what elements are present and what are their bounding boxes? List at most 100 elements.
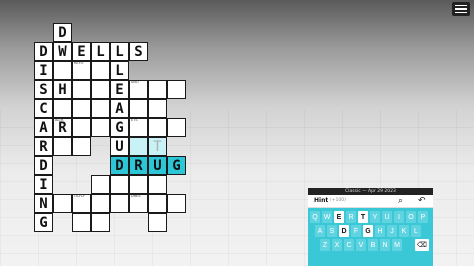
key-i[interactable]: I bbox=[394, 211, 404, 223]
grid-cell[interactable] bbox=[91, 61, 110, 80]
key-s[interactable]: S bbox=[327, 225, 337, 237]
key-z[interactable]: Z bbox=[320, 239, 330, 251]
grid-cell[interactable]: D bbox=[34, 42, 53, 61]
key-v[interactable]: V bbox=[356, 239, 366, 251]
search-icon[interactable]: ⌕ bbox=[398, 196, 403, 206]
grid-cell[interactable] bbox=[72, 213, 91, 232]
grid-cell[interactable] bbox=[91, 175, 110, 194]
undo-icon[interactable]: ↶ bbox=[418, 196, 426, 206]
key-y[interactable]: Y bbox=[370, 211, 380, 223]
grid-cell[interactable]: G bbox=[167, 156, 186, 175]
grid-cell[interactable] bbox=[91, 80, 110, 99]
grid-cell[interactable]: D bbox=[110, 156, 129, 175]
grid-cell[interactable] bbox=[167, 194, 186, 213]
clue-label: DRES bbox=[131, 194, 141, 198]
key-o[interactable]: O bbox=[406, 211, 416, 223]
grid-cell[interactable]: R bbox=[129, 156, 148, 175]
key-f[interactable]: F bbox=[351, 225, 361, 237]
grid-cell[interactable]: SNO bbox=[129, 80, 148, 99]
key-l[interactable]: L bbox=[411, 225, 421, 237]
grid-cell[interactable] bbox=[148, 213, 167, 232]
grid-cell[interactable] bbox=[72, 80, 91, 99]
key-e[interactable]: E bbox=[334, 211, 344, 223]
delete-key[interactable]: ⌫ bbox=[415, 239, 429, 251]
key-d[interactable]: D bbox=[339, 225, 349, 237]
key-x[interactable]: X bbox=[332, 239, 342, 251]
clue-label: ALTR bbox=[55, 118, 64, 122]
grid-cell[interactable]: DRES bbox=[129, 194, 148, 213]
grid-cell[interactable]: I bbox=[34, 175, 53, 194]
grid-cell[interactable] bbox=[148, 175, 167, 194]
key-k[interactable]: K bbox=[399, 225, 409, 237]
grid-cell[interactable]: E bbox=[110, 80, 129, 99]
grid-cell[interactable]: A bbox=[34, 118, 53, 137]
key-t[interactable]: T bbox=[358, 211, 368, 223]
key-w[interactable]: W bbox=[322, 211, 332, 223]
key-g[interactable]: G bbox=[363, 225, 373, 237]
hint-button[interactable]: Hint bbox=[314, 197, 328, 204]
grid-cell[interactable]: N bbox=[34, 194, 53, 213]
grid-cell[interactable] bbox=[53, 61, 72, 80]
grid-cell[interactable] bbox=[129, 137, 148, 156]
grid-cell[interactable] bbox=[91, 213, 110, 232]
grid-cell[interactable]: L bbox=[91, 42, 110, 61]
grid-cell[interactable] bbox=[167, 118, 186, 137]
grid-cell[interactable] bbox=[110, 175, 129, 194]
grid-cell[interactable] bbox=[167, 80, 186, 99]
key-n[interactable]: N bbox=[380, 239, 390, 251]
grid-cell[interactable] bbox=[53, 137, 72, 156]
key-r[interactable]: R bbox=[346, 211, 356, 223]
cell-letter: D bbox=[39, 43, 48, 60]
grid-cell[interactable] bbox=[91, 99, 110, 118]
grid-cell[interactable]: I bbox=[34, 61, 53, 80]
grid-cell[interactable] bbox=[148, 118, 167, 137]
grid-cell[interactable] bbox=[148, 99, 167, 118]
grid-cell[interactable]: W bbox=[53, 42, 72, 61]
grid-cell[interactable]: E bbox=[72, 42, 91, 61]
grid-cell[interactable]: ALTR R bbox=[53, 118, 72, 137]
grid-cell[interactable] bbox=[129, 99, 148, 118]
grid-cell[interactable] bbox=[91, 118, 110, 137]
grid-cell[interactable] bbox=[148, 80, 167, 99]
key-q[interactable]: Q bbox=[310, 211, 320, 223]
grid-cell[interactable]: L bbox=[110, 42, 129, 61]
key-h[interactable]: H bbox=[375, 225, 385, 237]
grid-cell[interactable]: C bbox=[34, 99, 53, 118]
key-m[interactable]: M bbox=[392, 239, 402, 251]
grid-cell[interactable]: D bbox=[53, 23, 72, 42]
grid-cell[interactable]: G bbox=[34, 213, 53, 232]
grid-cell[interactable]: OCFLF bbox=[72, 194, 91, 213]
key-u[interactable]: U bbox=[382, 211, 392, 223]
key-a[interactable]: A bbox=[315, 225, 325, 237]
cell-letter: G bbox=[39, 214, 48, 231]
grid-cell[interactable] bbox=[129, 175, 148, 194]
cell-letter: T bbox=[153, 138, 162, 155]
grid-cell[interactable]: S bbox=[129, 42, 148, 61]
grid-cell[interactable]: T bbox=[148, 137, 167, 156]
grid-cell[interactable]: H bbox=[53, 80, 72, 99]
grid-cell[interactable]: U bbox=[148, 156, 167, 175]
grid-cell[interactable]: R bbox=[34, 137, 53, 156]
grid-cell[interactable] bbox=[72, 137, 91, 156]
key-c[interactable]: C bbox=[344, 239, 354, 251]
grid-cell[interactable] bbox=[72, 118, 91, 137]
grid-cell[interactable]: L bbox=[110, 61, 129, 80]
grid-cell[interactable] bbox=[72, 99, 91, 118]
cell-letter: H bbox=[58, 81, 67, 98]
menu-icon[interactable] bbox=[452, 2, 470, 16]
key-b[interactable]: B bbox=[368, 239, 378, 251]
grid-cell[interactable]: U bbox=[110, 137, 129, 156]
key-p[interactable]: P bbox=[418, 211, 428, 223]
grid-cell[interactable] bbox=[148, 194, 167, 213]
grid-cell[interactable]: A bbox=[110, 99, 129, 118]
grid-cell[interactable]: ETS bbox=[129, 118, 148, 137]
grid-cell[interactable] bbox=[91, 194, 110, 213]
grid-cell[interactable] bbox=[110, 194, 129, 213]
grid-cell[interactable]: D bbox=[34, 156, 53, 175]
grid-cell[interactable]: S bbox=[34, 80, 53, 99]
grid-cell[interactable]: G bbox=[110, 118, 129, 137]
grid-cell[interactable] bbox=[53, 194, 72, 213]
key-j[interactable]: J bbox=[387, 225, 397, 237]
grid-cell[interactable] bbox=[53, 99, 72, 118]
grid-cell[interactable]: REFO bbox=[72, 61, 91, 80]
